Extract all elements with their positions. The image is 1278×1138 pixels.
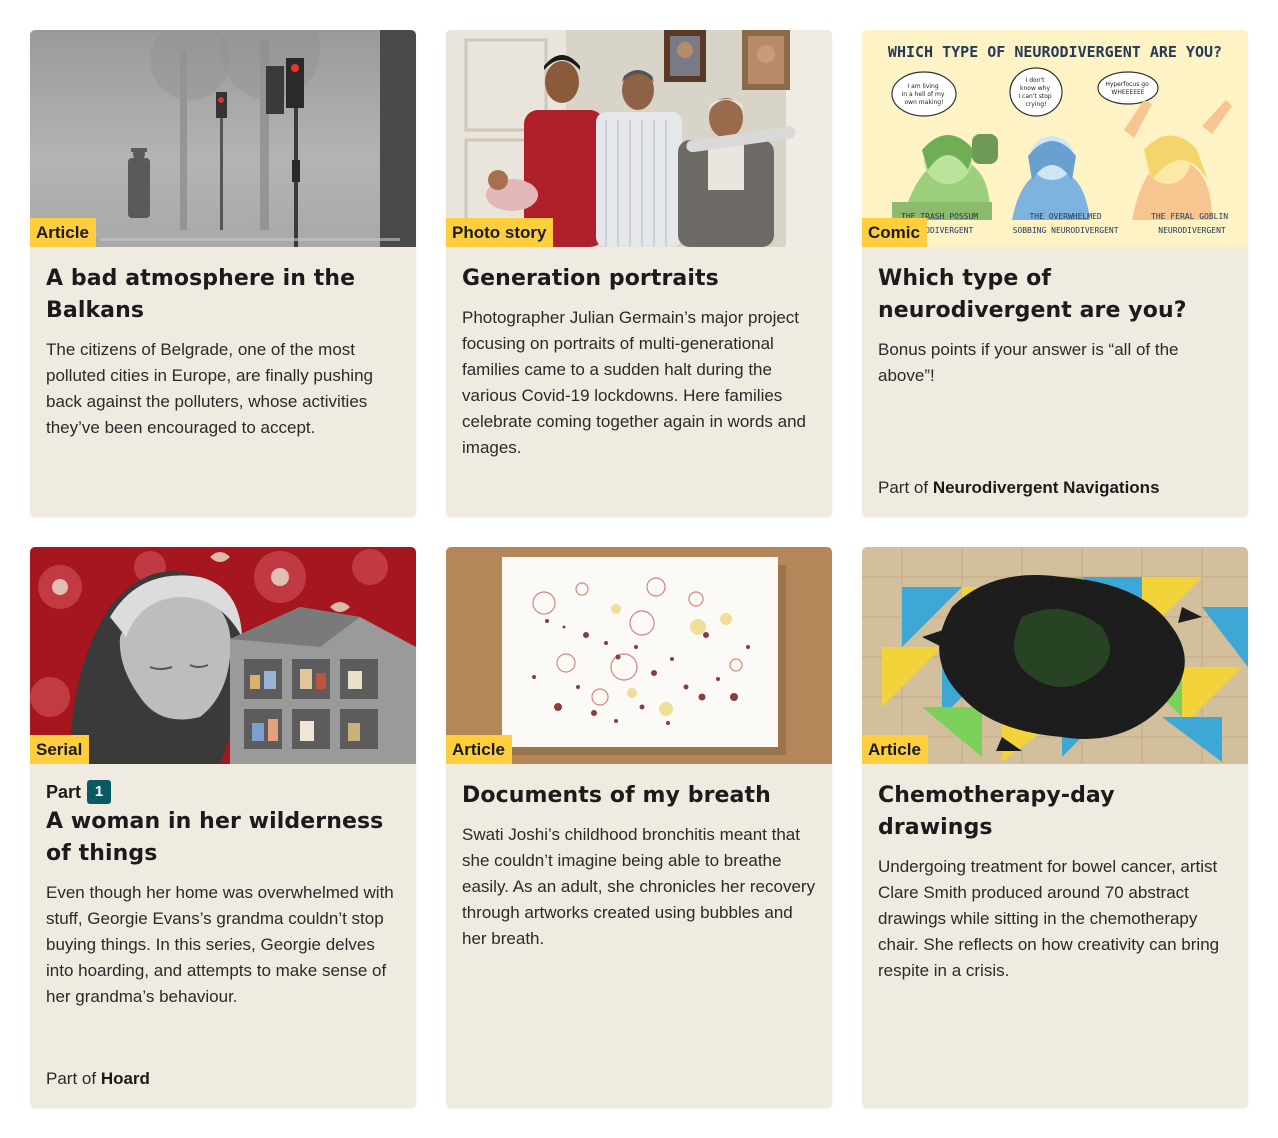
story-card-documents-of-my-breath[interactable]: Article Documents of my breath Swati Jos…: [446, 547, 832, 1108]
story-card-generation-portraits[interactable]: Photo story Generation portraits Photogr…: [446, 30, 832, 517]
card-image-comic: WHICH TYPE OF NEURODIVERGENT ARE YOU? I …: [862, 30, 1248, 247]
series-name: Neurodivergent Navigations: [932, 478, 1160, 497]
content-type-label: Article: [30, 218, 96, 247]
story-card-balkans[interactable]: Article A bad atmosphere in the Balkans …: [30, 30, 416, 517]
comic-heading: WHICH TYPE OF NEURODIVERGENT ARE YOU?: [888, 43, 1222, 61]
caption2-line2: SOBBING NEURODIVERGENT: [1013, 226, 1119, 235]
card-description: Swati Joshi’s childhood bronchitis meant…: [462, 825, 816, 948]
svg-text:I am living in a hel: I am living in a hell of my own making!: [902, 83, 947, 106]
card-description: Even though her home was overwhelmed wit…: [46, 883, 394, 1006]
bubble2-line3: I can't stop: [1018, 93, 1052, 100]
neurodivergent-comic-image: WHICH TYPE OF NEURODIVERGENT ARE YOU? I …: [862, 30, 1248, 247]
foggy-street-image: [30, 30, 416, 247]
card-title: A woman in her wilderness of things: [46, 809, 384, 866]
bubble1-line2: in a hell of my: [902, 91, 945, 98]
bubble1-line1: I am living: [907, 83, 938, 90]
card-title: Generation portraits: [462, 266, 719, 291]
content-type-label: Comic: [862, 218, 927, 247]
series-link[interactable]: Part of Neurodivergent Navigations: [878, 475, 1232, 501]
content-type-label: Photo story: [446, 218, 554, 247]
card-description: Bonus points if your answer is “all of t…: [878, 340, 1179, 385]
content-type-label: Article: [862, 735, 928, 764]
card-title: Chemotherapy-day drawings: [878, 783, 1115, 840]
series-prefix: Part of: [46, 1069, 101, 1088]
card-title: Documents of my breath: [462, 783, 771, 808]
caption3-line1: THE FERAL GOBLIN: [1151, 212, 1228, 221]
card-description: Photographer Julian Germain’s major proj…: [462, 308, 806, 457]
card-description: Undergoing treatment for bowel cancer, a…: [878, 857, 1220, 980]
dollhouse-collage-image: [30, 547, 416, 764]
bubble2-line2: know why: [1020, 85, 1050, 92]
story-card-chemotherapy-drawings[interactable]: Article Chemotherapy-day drawings Underg…: [862, 547, 1248, 1108]
svg-text:Hyperfocus go WHEEEE: Hyperfocus go WHEEEEEE: [1105, 81, 1150, 96]
part-label: Part: [46, 782, 82, 802]
story-grid: Article A bad atmosphere in the Balkans …: [30, 30, 1248, 1108]
series-name: Hoard: [100, 1069, 150, 1088]
card-image-chemo-drawing: Article: [862, 547, 1248, 764]
story-card-wilderness-of-things[interactable]: Serial Part 1 A woman in her wilderness …: [30, 547, 416, 1108]
bubble2-line1: I don't: [1026, 77, 1046, 84]
family-portrait-image: [446, 30, 832, 247]
card-image-dollhouse-collage: Serial: [30, 547, 416, 764]
bubble3-line2: WHEEEEEE: [1111, 89, 1144, 96]
card-description: The citizens of Belgrade, one of the mos…: [46, 340, 373, 437]
card-image-family-portrait: Photo story: [446, 30, 832, 247]
series-link[interactable]: Part of Hoard: [46, 1066, 400, 1092]
serial-part-indicator: Part 1: [46, 780, 400, 804]
story-card-neurodivergent[interactable]: WHICH TYPE OF NEURODIVERGENT ARE YOU? I …: [862, 30, 1248, 517]
series-prefix: Part of: [878, 478, 933, 497]
caption2-line1: THE OVERWHELMED: [1029, 212, 1101, 221]
breath-artwork-image: [446, 547, 832, 764]
part-number-badge: 1: [87, 780, 112, 804]
card-image-breath-artwork: Article: [446, 547, 832, 764]
bubble3-line1: Hyperfocus go: [1105, 81, 1149, 88]
content-type-label: Article: [446, 735, 512, 764]
card-title: Which type of neurodivergent are you?: [878, 266, 1187, 323]
card-image-foggy-street: Article: [30, 30, 416, 247]
chemotherapy-drawing-image: [862, 547, 1248, 764]
card-title: A bad atmosphere in the Balkans: [46, 266, 356, 323]
bubble2-line4: crying!: [1026, 101, 1047, 108]
bubble1-line3: own making!: [905, 99, 944, 106]
caption3-line2: NEURODIVERGENT: [1158, 226, 1226, 235]
content-type-label: Serial: [30, 735, 90, 764]
